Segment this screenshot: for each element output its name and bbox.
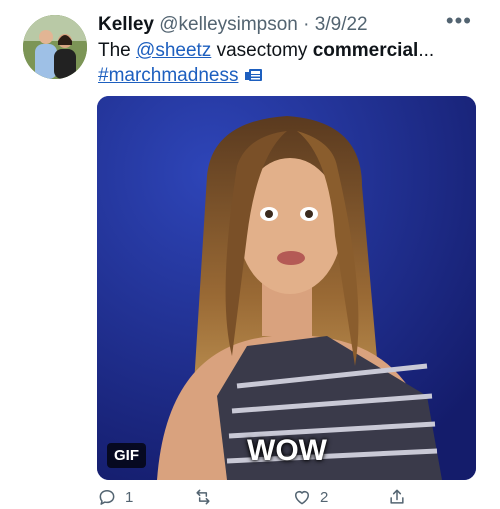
retweet-button[interactable] bbox=[193, 487, 213, 507]
tweet-text-prefix: The bbox=[98, 40, 137, 61]
share-button[interactable] bbox=[387, 487, 407, 507]
tweet-header: Kelley @kelleysimpson · 3/9/22 bbox=[98, 13, 368, 37]
share-icon bbox=[390, 489, 404, 504]
tweet-date[interactable]: 3/9/22 bbox=[315, 14, 368, 35]
avatar[interactable] bbox=[23, 15, 87, 79]
like-button[interactable]: 2 bbox=[292, 487, 328, 507]
more-options-icon[interactable]: ••• bbox=[446, 8, 472, 34]
gif-caption: WOW bbox=[247, 434, 327, 467]
author-name[interactable]: Kelley bbox=[98, 14, 154, 35]
reply-icon bbox=[99, 490, 115, 505]
tweet-text: The @sheetz vasectomy commercial... #mar… bbox=[98, 38, 468, 88]
tweet-text-middle: vasectomy bbox=[211, 40, 313, 61]
gif-badge: GIF bbox=[107, 443, 146, 468]
tweet-text-bold: commercial bbox=[312, 40, 419, 61]
reply-button[interactable]: 1 bbox=[97, 487, 133, 507]
hashtag-emoji-icon bbox=[244, 69, 262, 81]
separator-dot: · bbox=[303, 14, 310, 35]
reply-count: 1 bbox=[125, 488, 134, 506]
like-count: 2 bbox=[320, 488, 329, 506]
gif-frame-image bbox=[97, 96, 476, 480]
heart-icon bbox=[295, 491, 309, 505]
mention-link[interactable]: @sheetz bbox=[136, 40, 211, 61]
tweet-text-ellipsis: ... bbox=[418, 40, 435, 61]
author-handle[interactable]: @kelleysimpson bbox=[159, 14, 298, 35]
hashtag-link[interactable]: #marchmadness bbox=[98, 65, 238, 86]
avatar-image bbox=[23, 15, 87, 79]
retweet-icon bbox=[196, 489, 210, 505]
tweet-actions: 1 2 bbox=[97, 487, 427, 509]
gif-media[interactable]: GIF WOW bbox=[97, 96, 476, 480]
